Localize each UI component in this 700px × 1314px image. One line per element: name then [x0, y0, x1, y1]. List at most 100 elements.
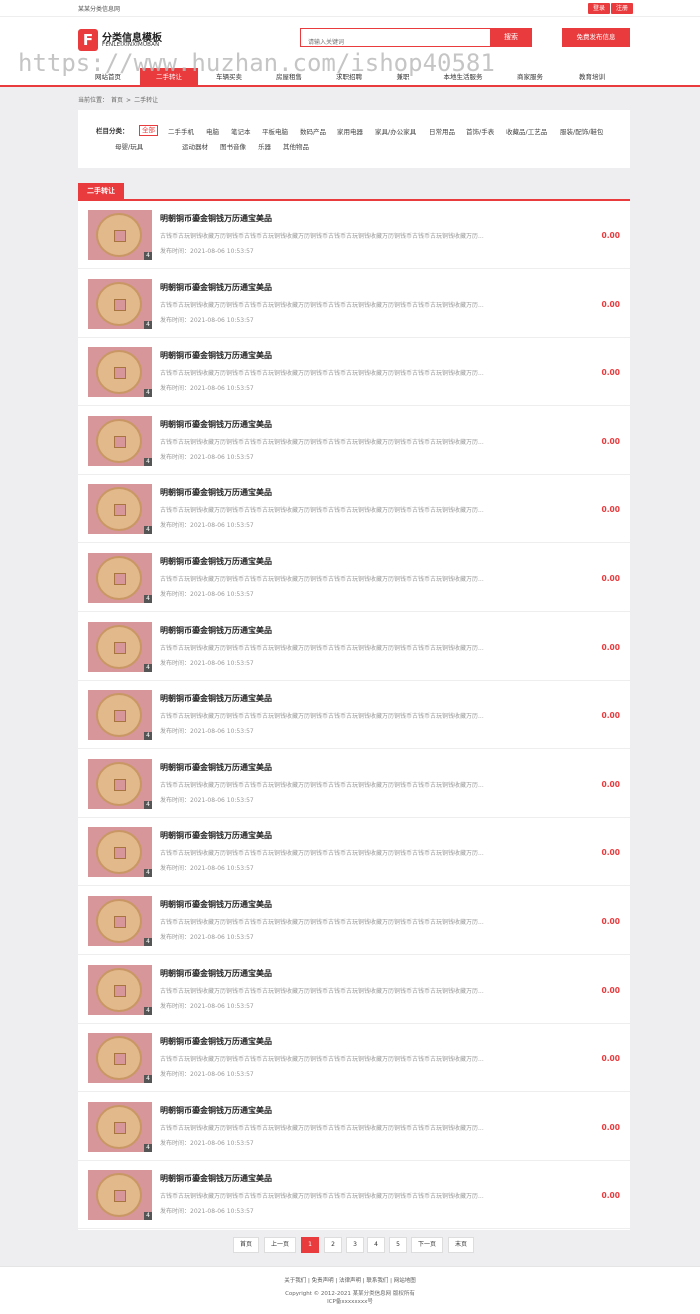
listing-title[interactable]: 明朝铜币鎏金铜钱万历通宝美品: [160, 556, 272, 567]
listing-time: 发布时间：2021-08-06 10:53:57: [160, 316, 254, 324]
listing-thumbnail[interactable]: 4: [88, 964, 152, 1015]
listing-thumbnail[interactable]: 4: [88, 758, 152, 809]
filter-option[interactable]: 家具/办公家具: [375, 126, 416, 136]
listing-row[interactable]: 4 明朝铜币鎏金铜钱万历通宝美品 古钱币古玩铜钱收藏万历铜钱币古钱币古玩铜钱收藏万历…: [78, 956, 630, 1024]
listing-thumbnail[interactable]: 4: [88, 210, 152, 260]
filter-option[interactable]: 笔记本: [231, 126, 251, 136]
listing-title[interactable]: 明朝铜币鎏金铜钱万历通宝美品: [160, 1036, 272, 1047]
coin-image: [96, 1173, 142, 1218]
listing-row[interactable]: 4 明朝铜币鎏金铜钱万历通宝美品 古钱币古玩铜钱收藏万历铜钱币古钱币古玩铜钱收藏万历…: [78, 1161, 630, 1230]
listing-thumbnail[interactable]: 4: [88, 827, 152, 878]
page-next-button[interactable]: 下一页: [411, 1237, 443, 1253]
listing-row[interactable]: 4 明朝铜币鎏金铜钱万历通宝美品 古钱币古玩铜钱收藏万历铜钱币古钱币古玩铜钱收藏万历…: [78, 407, 630, 475]
page-last-button[interactable]: 末页: [448, 1237, 474, 1253]
filter-option[interactable]: 其他物品: [283, 141, 309, 151]
footer-copyright: Copyright © 2012-2021 某某分类信息网 版权所有: [285, 1291, 415, 1297]
listing-title[interactable]: 明朝铜币鎏金铜钱万历通宝美品: [160, 693, 272, 704]
listing-row[interactable]: 4 明朝铜币鎏金铜钱万历通宝美品 古钱币古玩铜钱收藏万历铜钱币古钱币古玩铜钱收藏万历…: [78, 750, 630, 818]
search-button[interactable]: 搜索: [490, 28, 532, 47]
listing-title[interactable]: 明朝铜币鎏金铜钱万历通宝美品: [160, 1105, 272, 1116]
listing-thumbnail[interactable]: 4: [88, 690, 152, 741]
coin-image: [96, 281, 142, 326]
listing-title[interactable]: 明朝铜币鎏金铜钱万历通宝美品: [160, 282, 272, 293]
listing-thumbnail[interactable]: 4: [88, 1101, 152, 1152]
listing-thumbnail[interactable]: 4: [88, 896, 152, 946]
listing-title[interactable]: 明朝铜币鎏金铜钱万历通宝美品: [160, 762, 272, 773]
listing-title[interactable]: 明朝铜币鎏金铜钱万历通宝美品: [160, 830, 272, 841]
filter-option[interactable]: 家用电器: [337, 126, 363, 136]
filter-option[interactable]: 服装/配饰/鞋包: [560, 126, 603, 136]
listing-row[interactable]: 4 明朝铜币鎏金铜钱万历通宝美品古钱币古玩铜钱收藏万历铜钱币古钱币古玩铜钱收藏万历…: [78, 1093, 630, 1161]
photo-count-badge: 4: [144, 595, 152, 603]
filter-option[interactable]: 日常用品: [429, 126, 455, 136]
listing-row[interactable]: 4 明朝铜币鎏金铜钱万历通宝美品 古钱币古玩铜钱收藏万历铜钱币古钱币古玩铜钱收藏万历…: [78, 613, 630, 681]
listing-thumbnail[interactable]: 4: [88, 1170, 152, 1221]
listing-price: 0.00: [601, 985, 620, 995]
listing-row[interactable]: 4 明朝铜币鎏金铜钱万历通宝美品 古钱币古玩铜钱收藏万历铜钱币古钱币古玩铜钱收藏万历…: [78, 201, 630, 269]
watermark: https://www.huzhan.com/ishop40581: [18, 49, 495, 77]
register-button[interactable]: 注册: [611, 3, 634, 14]
page-number-button[interactable]: 4: [367, 1237, 385, 1253]
listing-row[interactable]: 4 明朝铜币鎏金铜钱万历通宝美品 古钱币古玩铜钱收藏万历铜钱币古钱币古玩铜钱收藏万历…: [78, 270, 630, 338]
filter-option[interactable]: 首饰/手表: [466, 126, 494, 136]
login-button[interactable]: 登录: [588, 3, 611, 14]
listing-title[interactable]: 明朝铜币鎏金铜钱万历通宝美品: [160, 1173, 272, 1184]
publish-button[interactable]: 免费发布信息: [562, 28, 630, 47]
section-header: 二手转让: [78, 183, 630, 201]
breadcrumb: 当前位置： 首页 > 二手转让: [78, 95, 161, 104]
filter-option[interactable]: 全部: [139, 125, 158, 136]
listing-title[interactable]: 明朝铜币鎏金铜钱万历通宝美品: [160, 899, 272, 910]
filter-option[interactable]: 二手手机: [168, 126, 194, 136]
listing-title[interactable]: 明朝铜币鎏金铜钱万历通宝美品: [160, 350, 272, 361]
filter-option[interactable]: 图书音像: [220, 141, 246, 151]
listing-title[interactable]: 明朝铜币鎏金铜钱万历通宝美品: [160, 419, 272, 430]
listing-time: 发布时间：2021-08-06 10:53:57: [160, 934, 254, 941]
filter-option[interactable]: 平板电脑: [262, 126, 288, 136]
coin-image: [96, 1104, 142, 1149]
page-number-button[interactable]: 2: [324, 1237, 342, 1253]
nav-item-education[interactable]: 教育培训: [564, 68, 620, 87]
listing-price: 0.00: [601, 642, 620, 652]
listing-thumbnail[interactable]: 4: [88, 278, 152, 329]
site-logo[interactable]: F 分类信息模板 FENLEIXINXIMUBAN: [78, 29, 168, 51]
listing-time: 发布时间：2021-08-06 10:53:57: [160, 865, 254, 873]
page-number-button[interactable]: 1: [301, 1237, 319, 1253]
listing-title[interactable]: 明朝铜币鎏金铜钱万历通宝美品: [160, 213, 272, 224]
listing-thumbnail[interactable]: 4: [88, 621, 152, 672]
listing-thumbnail[interactable]: 4: [88, 484, 152, 535]
breadcrumb-home[interactable]: 首页: [111, 97, 123, 104]
listing-thumbnail[interactable]: 4: [88, 1033, 152, 1084]
listing-row[interactable]: 4 明朝铜币鎏金铜钱万历通宝美品 古钱币古玩铜钱收藏万历铜钱币古钱币古玩铜钱收藏万历…: [78, 338, 630, 407]
filter-option[interactable]: 运动器材: [182, 141, 208, 151]
listing-row[interactable]: 4 明朝铜币鎏金铜钱万历通宝美品 古钱币古玩铜钱收藏万历铜钱币古钱币古玩铜钱收藏万历…: [78, 887, 630, 955]
coin-image: [96, 761, 142, 806]
listing-time: 发布时间：2021-08-06 10:53:57: [160, 659, 254, 667]
listing-title[interactable]: 明朝铜币鎏金铜钱万历通宝美品: [160, 625, 272, 636]
filter-option[interactable]: 收藏品/工艺品: [506, 126, 547, 136]
listing-row[interactable]: 4 明朝铜币鎏金铜钱万历通宝美品 古钱币古玩铜钱收藏万历铜钱币古钱币古玩铜钱收藏万历…: [78, 544, 630, 612]
listing-title[interactable]: 明朝铜币鎏金铜钱万历通宝美品: [160, 968, 272, 979]
listing-thumbnail[interactable]: 4: [88, 415, 152, 466]
listing-price: 0.00: [601, 917, 620, 926]
listing-thumbnail[interactable]: 4: [88, 347, 152, 398]
listing-row[interactable]: 4 明朝铜币鎏金铜钱万历通宝美品 古钱币古玩铜钱收藏万历铜钱币古钱币古玩铜钱收藏万历…: [78, 1024, 630, 1093]
filter-option[interactable]: 乐器: [258, 141, 271, 151]
nav-item-merchant[interactable]: 商家服务: [502, 68, 558, 87]
listing-row[interactable]: 4 明朝铜币鎏金铜钱万历通宝美品 古钱币古玩铜钱收藏万历铜钱币古钱币古玩铜钱收藏万历…: [78, 818, 630, 887]
listing-row[interactable]: 4 明朝铜币鎏金铜钱万历通宝美品 古钱币古玩铜钱收藏万历铜钱币古钱币古玩铜钱收藏万历…: [78, 475, 630, 544]
listing-row[interactable]: 4 明朝铜币鎏金铜钱万历通宝美品 古钱币古玩铜钱收藏万历铜钱币古钱币古玩铜钱收藏万历…: [78, 681, 630, 750]
listing-thumbnail[interactable]: 4: [88, 553, 152, 603]
filter-option[interactable]: 数码产品: [300, 126, 326, 136]
page-number-button[interactable]: 5: [389, 1237, 407, 1253]
top-bar: 某某分类信息网 登录 注册: [0, 0, 700, 17]
filter-option[interactable]: 母婴/玩具: [115, 141, 143, 151]
page-number-button[interactable]: 3: [346, 1237, 364, 1253]
listing-title[interactable]: 明朝铜币鎏金铜钱万历通宝美品: [160, 487, 272, 498]
page-prev-button[interactable]: 上一页: [264, 1237, 296, 1253]
coin-image: [96, 350, 142, 395]
filter-option[interactable]: 电脑: [206, 126, 219, 136]
page-first-button[interactable]: 首页: [233, 1237, 259, 1253]
listing-list: 4 明朝铜币鎏金铜钱万历通宝美品 古钱币古玩铜钱收藏万历铜钱币古钱币古玩铜钱收藏万历…: [78, 201, 630, 1230]
footer-links[interactable]: 关于我们 | 免责声明 | 法律声明 | 联系我们 | 网站地图: [0, 1276, 700, 1284]
listing-description: 古钱币古玩铜钱收藏万历铜钱币古钱币古玩铜钱收藏万历铜钱币古钱币古玩铜钱收藏万历铜…: [160, 1124, 484, 1132]
